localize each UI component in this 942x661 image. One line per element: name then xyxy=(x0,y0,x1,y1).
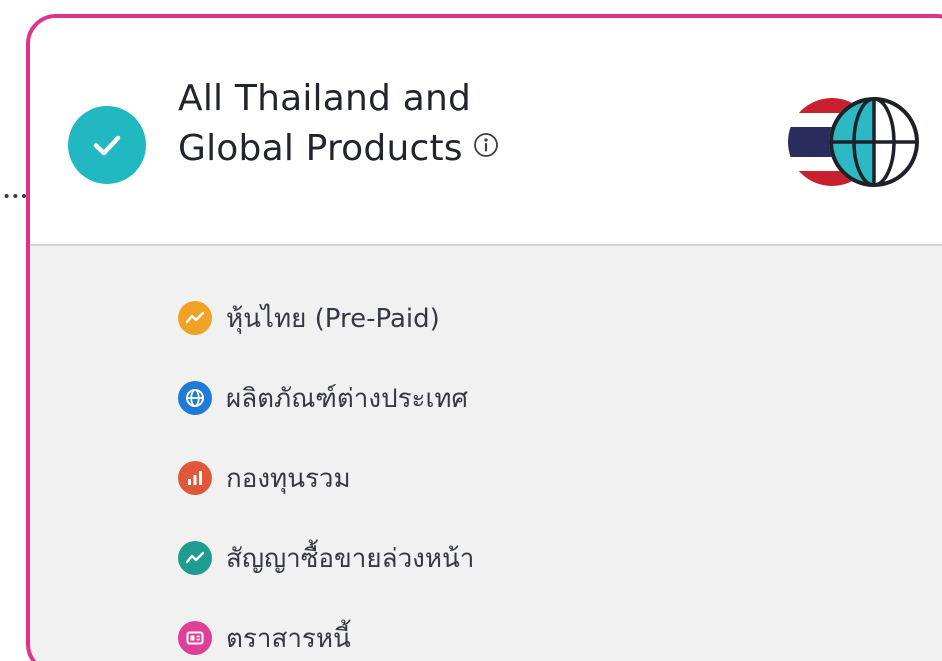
option-title-text: Global Products xyxy=(178,128,463,169)
list-item-derivatives: สัญญาซื้อขายล่วงหน้า xyxy=(178,518,474,598)
trend-line-icon xyxy=(178,541,212,575)
option-card-header[interactable]: All Thailand and Global Products xyxy=(30,18,942,246)
list-item-bonds: ตราสารหนี้ xyxy=(178,598,474,661)
product-selection-view: All Thailand and Global Products หุ้นไทย… xyxy=(0,0,942,661)
option-title: All Thailand and Global Products xyxy=(178,74,499,175)
trend-line-icon xyxy=(178,301,212,335)
thai-flag-globe-icon xyxy=(788,97,919,187)
product-label: ผลิตภัณฑ์ต่างประเทศ xyxy=(226,383,469,414)
bond-certificate-icon xyxy=(178,621,212,655)
list-item-global-products: ผลิตภัณฑ์ต่างประเทศ xyxy=(178,358,474,438)
product-label: กองทุนรวม xyxy=(226,463,351,494)
included-products-list: หุ้นไทย (Pre-Paid) ผลิตภัณฑ์ต่างประเทศ ก… xyxy=(178,278,474,661)
product-label: หุ้นไทย (Pre-Paid) xyxy=(226,303,440,334)
globe-icon xyxy=(178,381,212,415)
product-label: สัญญาซื้อขายล่วงหน้า xyxy=(226,543,475,574)
product-label: ตราสารหนี้ xyxy=(226,623,351,654)
selected-check-icon[interactable] xyxy=(68,106,146,184)
all-products-option-card[interactable]: All Thailand and Global Products หุ้นไทย… xyxy=(26,14,942,661)
info-circle-icon[interactable] xyxy=(473,122,499,172)
list-item-mutual-funds: กองทุนรวม xyxy=(178,438,474,518)
list-item-thai-stocks: หุ้นไทย (Pre-Paid) xyxy=(178,278,474,358)
option-title-line-2: Global Products xyxy=(178,124,499,175)
bar-chart-icon xyxy=(178,461,212,495)
checkmark-icon xyxy=(93,135,121,156)
option-title-line-1: All Thailand and xyxy=(178,78,472,119)
dotted-connector xyxy=(0,194,26,198)
